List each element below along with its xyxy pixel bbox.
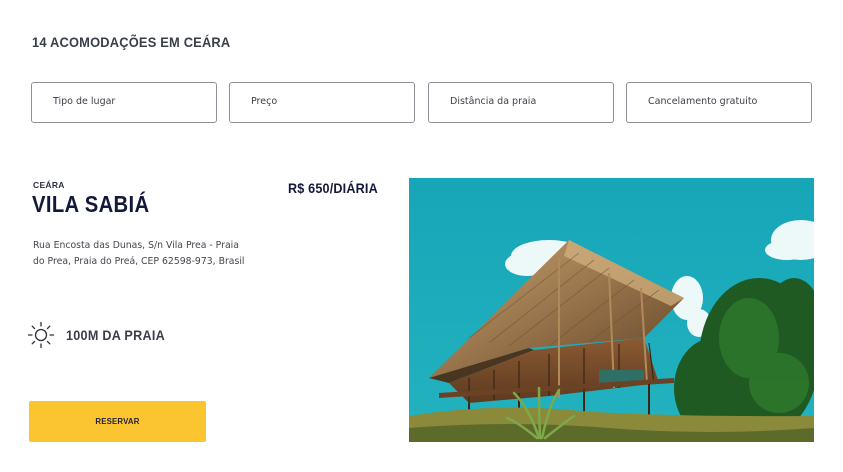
filter-place-type-label: Tipo de lugar [53, 96, 116, 107]
filter-free-cancellation[interactable]: Cancelamento gratuito [626, 82, 812, 123]
sun-icon [27, 321, 55, 349]
thatched-roof-house-photo [409, 178, 814, 442]
listing-region: CEÁRA [33, 180, 65, 190]
filter-beach-distance-label: Distância da praia [450, 96, 537, 107]
reserve-button[interactable]: RESERVAR [29, 401, 206, 442]
beach-distance: 100M DA PRAIA [27, 320, 176, 350]
listing-photo[interactable] [409, 178, 814, 442]
filter-bar: Tipo de lugar Preço Distância da praia C… [31, 82, 814, 125]
filter-place-type[interactable]: Tipo de lugar [31, 82, 217, 123]
filter-price-label: Preço [251, 96, 278, 107]
beach-distance-label: 100M DA PRAIA [66, 327, 165, 343]
listing-title[interactable]: VILA SABIÁ [32, 191, 149, 218]
filter-beach-distance[interactable]: Distância da praia [428, 82, 614, 123]
listing-address: Rua Encosta das Dunas, S/n Vila Prea - P… [33, 240, 245, 267]
listing-price: R$ 650/DIÁRIA [288, 180, 378, 196]
filter-free-cancellation-label: Cancelamento gratuito [648, 96, 758, 107]
filter-price[interactable]: Preço [229, 82, 415, 123]
results-heading: 14 ACOMODAÇÕES EM CEÁRA [32, 34, 231, 50]
